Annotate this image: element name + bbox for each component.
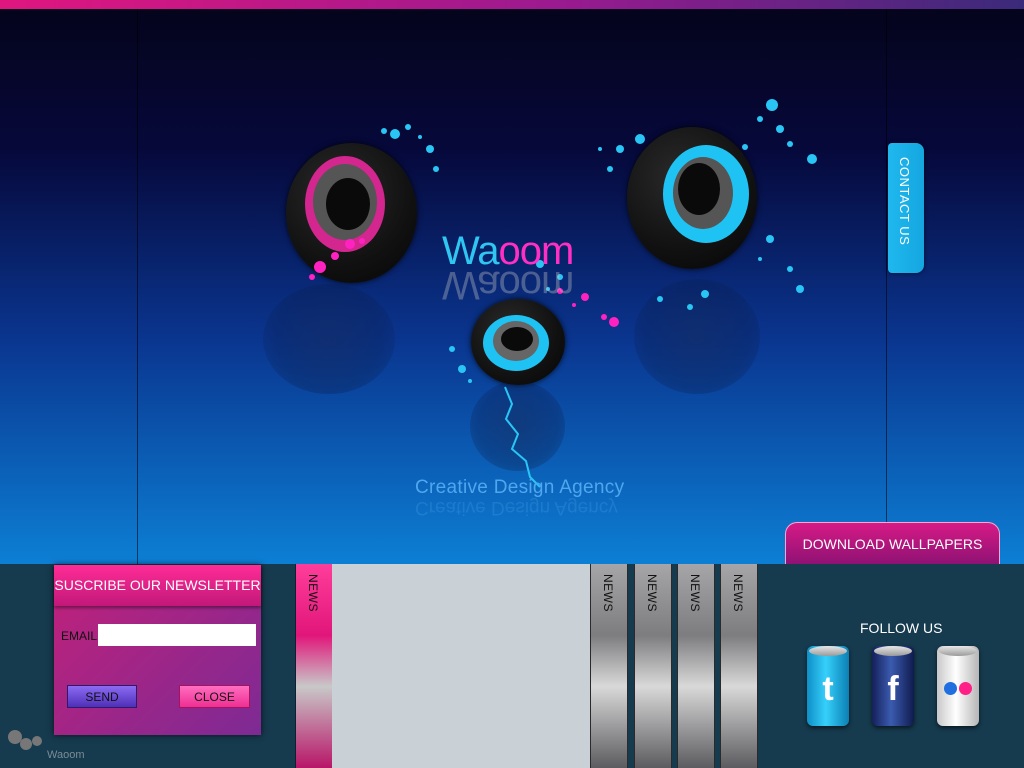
- waoom-logo-reflection: Waoom: [442, 263, 574, 307]
- news-tab[interactable]: NEWS: [634, 564, 672, 768]
- facebook-glyph: f: [887, 670, 899, 708]
- tagline-reflection: Creative Design Agency: [415, 497, 618, 518]
- news-tab[interactable]: NEWS: [296, 564, 332, 768]
- flickr-icon[interactable]: [937, 646, 979, 726]
- flickr-blue-dot: [944, 682, 957, 695]
- close-button[interactable]: CLOSE: [179, 685, 250, 708]
- top-accent-bar: [0, 0, 1024, 9]
- contact-us-tab[interactable]: CONTACT US: [888, 143, 924, 273]
- news-tab-label: NEWS: [731, 574, 745, 612]
- news-tab-label: NEWS: [688, 574, 702, 612]
- newsletter-title: SUSCRIBE OUR NEWSLETTER: [54, 565, 261, 606]
- email-label: EMAIL: [61, 629, 98, 643]
- contact-us-label: CONTACT US: [897, 157, 912, 246]
- news-tab[interactable]: NEWS: [720, 564, 758, 768]
- twitter-icon[interactable]: t: [807, 646, 849, 726]
- download-wallpapers-button[interactable]: DOWNLOAD WALLPAPERS: [785, 522, 1000, 564]
- footer-logo-text: Waoom: [47, 749, 85, 761]
- news-tab[interactable]: NEWS: [590, 564, 628, 768]
- email-field[interactable]: [98, 624, 256, 646]
- news-tab-label: NEWS: [645, 574, 659, 612]
- news-tab-label: NEWS: [601, 574, 615, 612]
- follow-us-title: FOLLOW US: [860, 620, 943, 636]
- flickr-pink-dot: [959, 682, 972, 695]
- send-button[interactable]: SEND: [67, 685, 137, 708]
- news-tab[interactable]: NEWS: [677, 564, 715, 768]
- news-tab-label: NEWS: [306, 574, 320, 612]
- hero-banner: Waoom Waoom Creative Design Agency Creat…: [0, 9, 1024, 564]
- news-content-panel: [296, 564, 590, 768]
- facebook-icon[interactable]: f: [872, 646, 914, 726]
- newsletter-panel: SUSCRIBE OUR NEWSLETTER EMAIL SEND CLOSE: [54, 565, 261, 735]
- twitter-glyph: t: [822, 670, 834, 708]
